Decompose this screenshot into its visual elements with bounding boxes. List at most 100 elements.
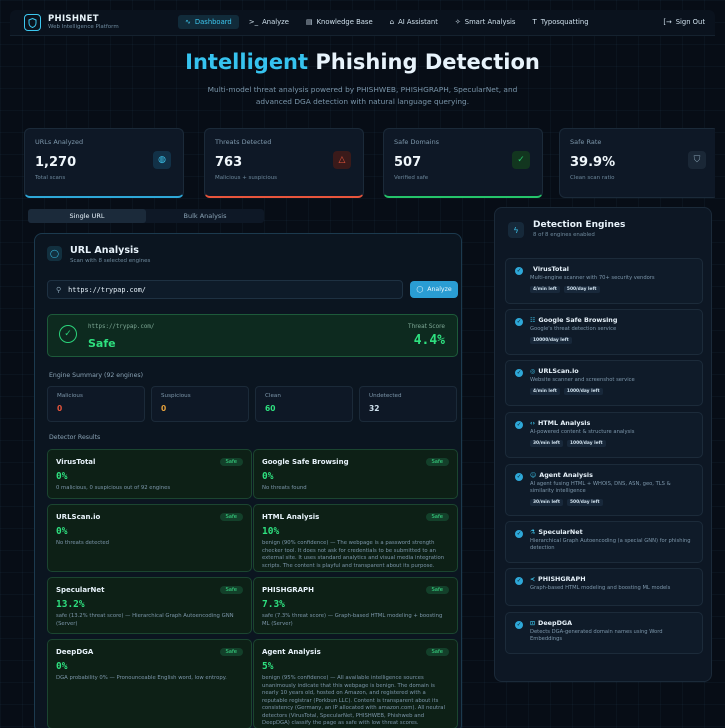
engine-virustotal[interactable]: ✓ VirusTotal Multi-engine scanner with 7… (505, 258, 703, 304)
flask-icon: ⚗ (530, 528, 536, 536)
engine-html-analysis[interactable]: ✓ ‹› HTML Analysis AI-powered content & s… (505, 412, 703, 458)
panel-subtitle: Scan with 8 selected engines (70, 258, 151, 264)
check-icon: ✓ (515, 577, 523, 585)
engine-urlscan[interactable]: ✓ ◎ URLScan.io Website scanner and screen… (505, 360, 703, 406)
app-frame: PHISHNET Web Intelligence Platform ∿ Dash… (10, 10, 715, 728)
detector-score: 0% (56, 526, 68, 537)
page-title: Intelligent Phishing Detection (10, 50, 715, 74)
rate-limit-tag: 10000/day left (530, 337, 572, 344)
rate-limit-tag: 1000/day left (563, 388, 603, 395)
log-out-icon: [→ (663, 18, 672, 26)
detector-desc: No threats detected (56, 540, 109, 546)
sign-out-button[interactable]: [→ Sign Out (663, 18, 705, 26)
nav-smart-analysis[interactable]: ✧ Smart Analysis (448, 15, 523, 29)
result-verdict: Safe (88, 337, 116, 350)
analyze-button[interactable]: ◯ Analyze (410, 281, 458, 298)
summary-suspicious: Suspicious 0 (151, 386, 249, 422)
engine-summary-label: Engine Summary (92 engines) (49, 372, 144, 379)
grid-icon: ☷ (530, 316, 536, 324)
engine-name: VirusTotal (533, 265, 569, 273)
status-badge: Safe (219, 648, 243, 656)
page-subtitle: Multi-model threat analysis powered by P… (207, 85, 518, 106)
engine-name: Agent Analysis (539, 471, 593, 479)
stat-sub: Verified safe (394, 175, 429, 181)
detector-card-specularnet: SpecularNet Safe 13.2% safe (13.2% threa… (47, 577, 252, 634)
check-circle-icon: ✓ (59, 325, 77, 343)
summary-value: 0 (57, 404, 63, 413)
url-input[interactable] (68, 285, 389, 294)
check-icon: ✓ (515, 421, 523, 429)
engine-desc: Google's threat detection service (530, 326, 617, 332)
result-card: ✓ https://trypap.com/ Safe Threat Score … (47, 314, 458, 357)
detector-desc: 0 malicious, 0 suspicious out of 92 engi… (56, 485, 171, 491)
nav-knowledge-base[interactable]: ▤ Knowledge Base (299, 15, 380, 29)
shield-icon: ⛉ (688, 151, 706, 169)
stat-sub: Total scans (35, 175, 66, 181)
engine-deepdga[interactable]: ✓ ⊡ DeepDGA Detects DGA-generated domain … (505, 612, 703, 654)
detector-name: Google Safe Browsing (262, 458, 349, 466)
nav-dashboard[interactable]: ∿ Dashboard (178, 15, 239, 29)
detector-desc: No threats found (262, 485, 307, 491)
detector-score: 0% (262, 471, 274, 482)
detector-desc: safe (7.3% threat score) — Graph-based H… (262, 613, 443, 627)
nav-typosquatting-label: Typosquatting (540, 18, 589, 26)
brand[interactable]: PHISHNET Web Intelligence Platform (24, 14, 119, 31)
detector-card-html-analysis: HTML Analysis Safe 10% benign (90% confi… (253, 504, 458, 572)
engines-title: Detection Engines (533, 220, 626, 230)
stat-threats-detected: Threats Detected 763 Malicious + suspici… (204, 128, 364, 198)
summary-value: 60 (265, 404, 276, 413)
detector-desc: benign (95% confidence) — All available … (262, 675, 445, 726)
detector-score: 5% (262, 661, 274, 672)
stat-sub: Clean scan ratio (570, 175, 615, 181)
detector-card-google-safe-browsing: Google Safe Browsing Safe 0% No threats … (253, 449, 458, 499)
engine-agent-analysis[interactable]: ✓ ☺ Agent Analysis AI agent fusing HTML +… (505, 464, 703, 516)
nav-analyze-label: Analyze (262, 18, 289, 26)
engine-specularnet[interactable]: ✓ ⚗ SpecularNet Hierarchical Graph Autoen… (505, 521, 703, 563)
detector-card-agent-analysis: Agent Analysis Safe 5% benign (95% confi… (253, 639, 458, 728)
result-url: https://trypap.com/ (88, 324, 155, 330)
summary-label: Malicious (57, 393, 83, 399)
globe-icon: ◍ (153, 151, 171, 169)
detector-name: DeepDGA (56, 648, 94, 656)
check-circle-icon: ✓ (512, 151, 530, 169)
book-icon: ▤ (305, 18, 313, 26)
engine-phishgraph[interactable]: ✓ ≺ PHISHGRAPH Graph-based HTML modeling … (505, 568, 703, 606)
rate-limit-tag: 4/min left (530, 286, 560, 293)
tab-bulk-analysis[interactable]: Bulk Analysis (146, 209, 264, 223)
summary-label: Clean (265, 393, 281, 399)
check-icon: ✓ (515, 369, 523, 377)
rate-limit-tag: 4/min left (530, 388, 560, 395)
nav-typosquatting[interactable]: T Typosquatting (525, 15, 595, 29)
detector-score: 10% (262, 526, 280, 537)
nav-analyze[interactable]: >_ Analyze (242, 15, 296, 29)
title-rest: Phishing Detection (308, 50, 540, 74)
summary-value: 0 (161, 404, 167, 413)
engine-google-safe-browsing[interactable]: ✓ ☷ Google Safe Browsing Google's threat … (505, 309, 703, 355)
sparkles-icon: ✧ (454, 18, 461, 26)
tab-single-url[interactable]: Single URL (28, 209, 146, 223)
stat-label: Safe Domains (394, 138, 440, 146)
detector-card-phishgraph: PHISHGRAPH Safe 7.3% safe (7.3% threat s… (253, 577, 458, 634)
stat-safe-rate: Safe Rate 39.9% Clean scan ratio ⛉ (559, 128, 715, 198)
detector-score: 0% (56, 471, 68, 482)
detector-results-label: Detector Results (49, 434, 101, 441)
top-nav: PHISHNET Web Intelligence Platform ∿ Dash… (10, 10, 715, 36)
url-analysis-panel: ◯ URL Analysis Scan with 8 selected engi… (34, 233, 462, 728)
engine-desc: Graph-based HTML modeling and boosting M… (530, 585, 671, 591)
search-icon: ⚲ (56, 285, 62, 294)
engine-name: Google Safe Browsing (538, 316, 618, 324)
scan-icon: ◯ (47, 246, 62, 261)
share-graph-icon: ≺ (530, 575, 536, 583)
text-icon: T (532, 18, 537, 26)
detector-name: PHISHGRAPH (262, 586, 315, 594)
detector-desc: safe (13.2% threat score) — Hierarchical… (56, 613, 234, 627)
detector-name: HTML Analysis (262, 513, 320, 521)
brand-title: PHISHNET (48, 14, 99, 24)
threat-score-label: Threat Score (408, 324, 445, 330)
engine-desc: Hierarchical Graph Autoencoding (a speci… (530, 538, 691, 551)
detector-desc: benign (90% confidence) — The webpage is… (262, 540, 445, 569)
nav-ai-assistant[interactable]: ⌂ AI Assistant (383, 15, 445, 29)
check-icon: ✓ (515, 621, 523, 629)
check-icon: ✓ (515, 473, 523, 481)
check-icon: ✓ (515, 267, 523, 275)
